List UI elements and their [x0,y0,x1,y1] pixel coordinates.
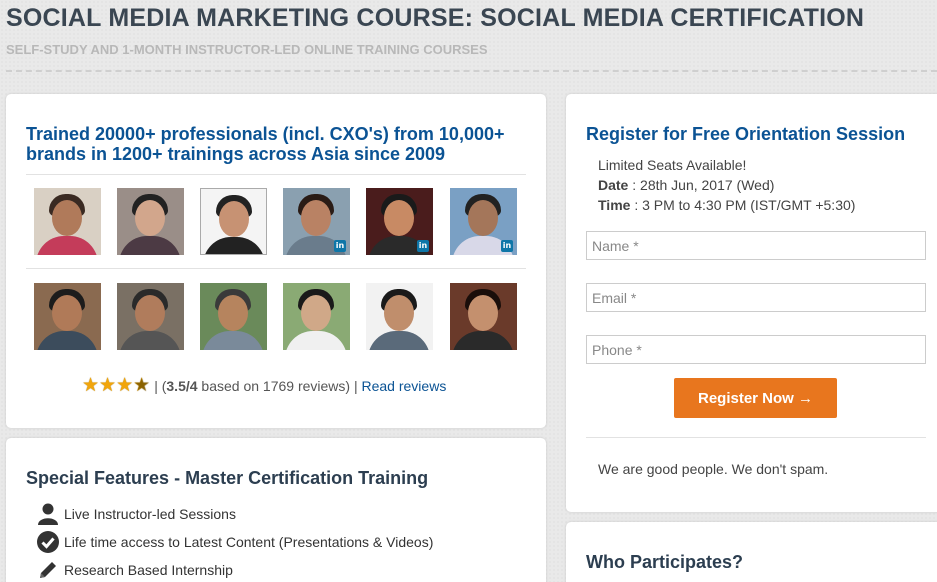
rating-prefix: | ( [154,378,167,394]
linkedin-icon: in [334,240,346,252]
avatar [283,283,350,350]
who-participates-panel: Who Participates? [566,522,937,582]
star-icon: ★ [116,375,134,396]
star-half-icon: ★ [133,375,151,396]
trained-title: Trained 20000+ professionals (incl. CXO'… [26,124,505,164]
no-spam-text: We are good people. We don't spam. [598,461,829,477]
time-value: : 3 PM to 4:30 PM (IST/GMT +5:30) [630,197,856,213]
linkedin-icon: in [417,240,429,252]
avatar: in [283,188,350,255]
page-subtitle: SELF-STUDY AND 1-MONTH INSTRUCTOR-LED ON… [6,42,488,57]
special-features-panel: Special Features - Master Certification … [6,438,546,582]
rating-suffix: based on 1769 reviews) | [197,378,358,394]
feature-label: Life time access to Latest Content (Pres… [64,534,434,550]
register-now-button[interactable]: Register Now → [674,378,837,418]
name-field[interactable] [586,231,926,260]
session-time: Time : 3 PM to 4:30 PM (IST/GMT +5:30) [598,197,855,213]
avatar [200,283,267,350]
avatar: in [450,188,517,255]
check-circle-icon [36,530,60,554]
time-label: Time [598,197,631,213]
phone-field[interactable] [586,335,926,364]
email-field[interactable] [586,283,926,312]
trained-divider-mid [26,268,526,269]
page-title: SOCIAL MEDIA MARKETING COURSE: SOCIAL ME… [6,4,865,32]
special-features-title: Special Features - Master Certification … [26,468,429,488]
star-icon: ★ [82,375,100,396]
feature-item: Research Based Internship [36,558,233,582]
session-date: Date : 28th Jun, 2017 (Wed) [598,177,774,193]
date-value: : 28th Jun, 2017 (Wed) [628,177,775,193]
trained-panel: Trained 20000+ professionals (incl. CXO'… [6,94,546,428]
feature-item: Live Instructor-led Sessions [36,502,236,526]
header-divider [6,70,937,72]
limited-seats-text: Limited Seats Available! [598,157,747,173]
date-label: Date [598,177,629,193]
rating-row: ★ ★ ★ ★ | ( 3.5/4 based on 1769 reviews)… [82,375,447,396]
trained-divider-top [26,174,526,175]
rating-value: 3.5/4 [166,378,198,394]
user-icon [36,502,60,526]
avatar [34,283,101,350]
avatar [366,283,433,350]
register-divider [586,437,926,438]
avatar [117,283,184,350]
register-title: Register for Free Orientation Session [586,124,906,144]
rating-stars: ★ ★ ★ ★ [82,375,151,396]
feature-label: Live Instructor-led Sessions [64,506,236,522]
feature-item: Life time access to Latest Content (Pres… [36,530,433,554]
read-reviews-link[interactable]: Read reviews [362,378,447,394]
avatar [200,188,267,255]
register-panel: Register for Free Orientation Session Li… [566,94,937,512]
linkedin-icon: in [501,240,513,252]
avatar [34,188,101,255]
avatar [117,188,184,255]
pencil-icon [36,558,60,582]
feature-label: Research Based Internship [64,562,233,578]
star-icon: ★ [99,375,117,396]
avatar: in [366,188,433,255]
who-participates-title: Who Participates? [586,552,744,572]
avatar [450,283,517,350]
